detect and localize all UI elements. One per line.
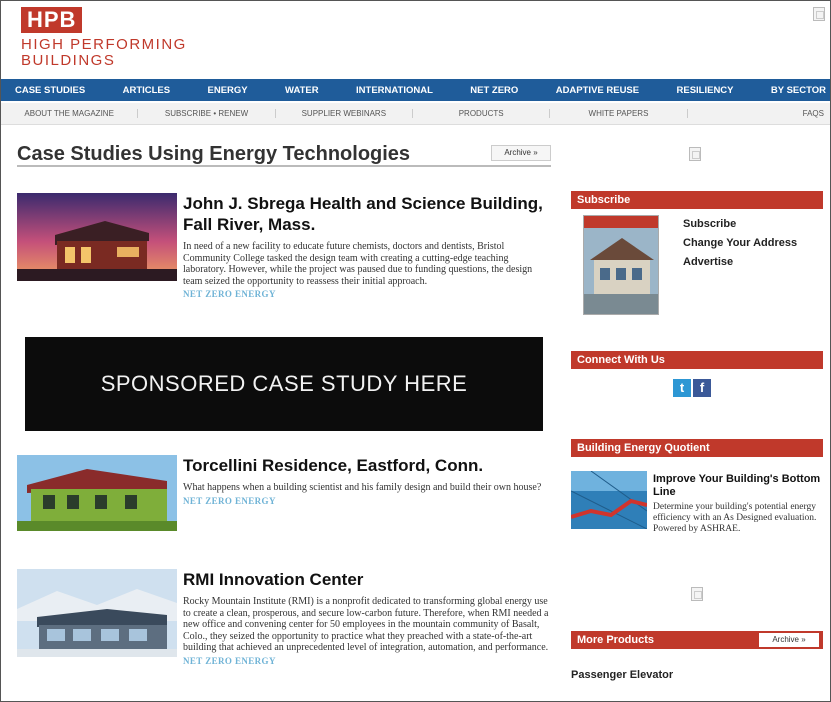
subnav-white-papers[interactable]: WHITE PAPERS (550, 109, 688, 118)
article-title[interactable]: RMI Innovation Center (183, 569, 551, 590)
advertise-link[interactable]: Advertise (683, 255, 797, 270)
twitter-icon[interactable]: t (673, 379, 691, 397)
article-image[interactable] (17, 193, 177, 281)
nav-energy[interactable]: ENERGY (208, 85, 248, 96)
article-body: Torcellini Residence, Eastford, Conn. Wh… (183, 455, 551, 506)
subnav-subscribe[interactable]: SUBSCRIBE • RENEW (138, 109, 276, 118)
beq-image[interactable] (571, 471, 647, 529)
magazine-cover[interactable] (583, 215, 659, 315)
article-image[interactable] (17, 455, 177, 531)
page: HPB HIGH PERFORMING BUILDINGS CASE STUDI… (0, 0, 831, 702)
main-nav: CASE STUDIES ARTICLES ENERGY WATER INTER… (1, 79, 830, 101)
facebook-icon[interactable]: f (693, 379, 711, 397)
more-products-heading: More Products (577, 634, 655, 646)
page-title: Case Studies Using Energy Technologies (17, 143, 411, 165)
section-header: Case Studies Using Energy Technologies A… (17, 131, 551, 167)
more-products-header: More Products Archive » (571, 631, 823, 649)
nav-international[interactable]: INTERNATIONAL (356, 85, 433, 96)
article-title[interactable]: Torcellini Residence, Eastford, Conn. (183, 455, 551, 476)
social-icons: t f (673, 379, 711, 397)
article-image[interactable] (17, 569, 177, 657)
beq-title[interactable]: Improve Your Building's Bottom Line (653, 473, 823, 499)
subnav-products[interactable]: PRODUCTS (413, 109, 551, 118)
article-body: RMI Innovation Center Rocky Mountain Ins… (183, 569, 551, 666)
product-item[interactable]: Passenger Elevator (571, 669, 673, 681)
subscribe-links: Subscribe Change Your Address Advertise (683, 217, 797, 274)
article-summary: Rocky Mountain Institute (RMI) is a nonp… (183, 596, 549, 653)
sponsored-banner[interactable]: SPONSORED CASE STUDY HERE (25, 337, 543, 431)
nav-by-sector[interactable]: BY SECTOR (771, 85, 826, 96)
nav-articles[interactable]: ARTICLES (123, 85, 171, 96)
beq-heading: Building Energy Quotient (571, 439, 823, 457)
nav-water[interactable]: WATER (285, 85, 319, 96)
beq-text: Determine your building's potential ener… (653, 502, 817, 534)
broken-image-icon (813, 7, 825, 21)
logo-line-1: HIGH PERFORMING (21, 36, 187, 53)
subscribe-link[interactable]: Subscribe (683, 217, 797, 232)
article-tag[interactable]: NET ZERO ENERGY (183, 496, 551, 506)
broken-image-icon (689, 147, 701, 161)
change-address-link[interactable]: Change Your Address (683, 236, 797, 251)
subscribe-heading: Subscribe (571, 191, 823, 209)
article-summary: In need of a new facility to educate fut… (183, 241, 533, 287)
nav-net-zero[interactable]: NET ZERO (470, 85, 518, 96)
main-content: Case Studies Using Energy Technologies A… (17, 131, 551, 666)
article-card: Torcellini Residence, Eastford, Conn. Wh… (17, 455, 551, 535)
article-title[interactable]: John J. Sbrega Health and Science Buildi… (183, 193, 551, 235)
article-tag[interactable]: NET ZERO ENERGY (183, 289, 551, 299)
article-tag[interactable]: NET ZERO ENERGY (183, 656, 551, 666)
archive-button[interactable]: Archive » (491, 145, 551, 161)
beq-body: Improve Your Building's Bottom Line Dete… (653, 473, 823, 535)
connect-heading: Connect With Us (571, 351, 823, 369)
subnav-webinars[interactable]: SUPPLIER WEBINARS (276, 109, 413, 118)
article-summary: What happens when a building scientist a… (183, 482, 542, 493)
broken-image-icon (691, 587, 703, 601)
nav-adaptive-reuse[interactable]: ADAPTIVE REUSE (556, 85, 639, 96)
article-body: John J. Sbrega Health and Science Buildi… (183, 193, 551, 299)
sponsored-label: SPONSORED CASE STUDY HERE (100, 371, 468, 396)
subnav-faqs[interactable]: FAQS (688, 109, 830, 118)
logo-line-2: BUILDINGS (21, 52, 116, 69)
subnav-about[interactable]: ABOUT THE MAGAZINE (1, 109, 139, 118)
article-card: RMI Innovation Center Rocky Mountain Ins… (17, 569, 551, 699)
secondary-nav: ABOUT THE MAGAZINE SUBSCRIBE • RENEW SUP… (1, 103, 830, 125)
nav-resiliency[interactable]: RESILIENCY (677, 85, 734, 96)
site-logo[interactable]: HPB HIGH PERFORMING BUILDINGS (21, 7, 187, 69)
nav-case-studies[interactable]: CASE STUDIES (15, 85, 85, 96)
article-card: John J. Sbrega Health and Science Buildi… (17, 193, 551, 323)
logo-mark: HPB (21, 7, 83, 33)
products-archive-button[interactable]: Archive » (759, 633, 819, 647)
